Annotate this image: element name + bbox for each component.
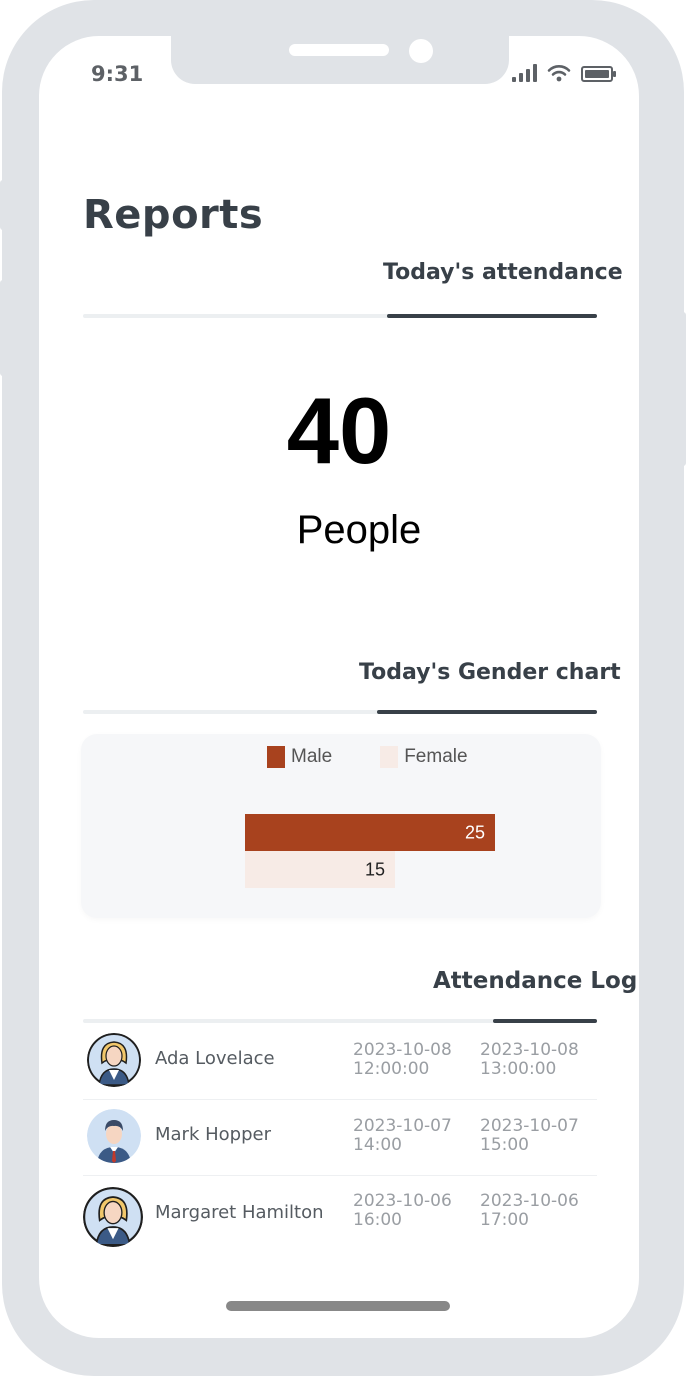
man-avatar-icon	[87, 1109, 141, 1163]
woman-avatar-icon	[83, 1187, 143, 1247]
bar-label-male: 25	[465, 823, 485, 843]
side-button-right	[680, 312, 686, 466]
side-button-left	[0, 180, 6, 230]
status-icons	[512, 64, 616, 82]
tab-todays-attendance[interactable]: Today's attendance	[383, 260, 623, 285]
attendance-unit: People	[296, 508, 422, 552]
bar-label-female: 15	[365, 860, 385, 880]
attendance-count: 40	[286, 378, 392, 483]
battery-icon	[581, 66, 616, 82]
gender-bar-chart: 25 15	[245, 814, 495, 888]
tab-active-indicator	[377, 710, 597, 714]
log-row[interactable]: Mark Hopper 2023-10-07 14:00 2023-10-07 …	[83, 1099, 597, 1176]
tab-attendance-log[interactable]: Attendance Log	[433, 968, 637, 994]
signal-icon	[512, 64, 537, 82]
status-time: 9:31	[91, 62, 144, 86]
log-check-out: 2023-10-07 15:00	[480, 1116, 579, 1155]
page-title: Reports	[83, 192, 264, 238]
log-name: Mark Hopper	[155, 1124, 271, 1145]
home-indicator[interactable]	[226, 1301, 450, 1311]
log-row[interactable]: Ada Lovelace 2023-10-08 12:00:00 2023-10…	[83, 1023, 597, 1100]
side-button-left-2	[0, 280, 6, 376]
log-check-in: 2023-10-07 14:00	[353, 1116, 452, 1155]
log-name: Ada Lovelace	[155, 1048, 275, 1069]
bar-male[interactable]	[245, 814, 495, 851]
speaker	[289, 44, 389, 56]
log-name: Margaret Hamilton	[155, 1202, 324, 1223]
log-check-out: 2023-10-08 13:00:00	[480, 1040, 579, 1079]
front-camera	[409, 39, 433, 63]
log-check-in: 2023-10-06 16:00	[353, 1191, 452, 1230]
tab-active-indicator	[387, 314, 597, 318]
gender-chart-card: Male Female 25 15	[81, 734, 601, 918]
log-row[interactable]: Margaret Hamilton 2023-10-06 16:00 2023-…	[83, 1175, 597, 1251]
wifi-icon	[547, 65, 571, 82]
log-check-out: 2023-10-06 17:00	[480, 1191, 579, 1230]
phone-screen: 9:31 Reports Today's attendance 40 Peopl…	[39, 36, 639, 1338]
tab-gender-chart[interactable]: Today's Gender chart	[359, 660, 621, 685]
woman-avatar-icon	[87, 1033, 141, 1087]
log-check-in: 2023-10-08 12:00:00	[353, 1040, 452, 1079]
